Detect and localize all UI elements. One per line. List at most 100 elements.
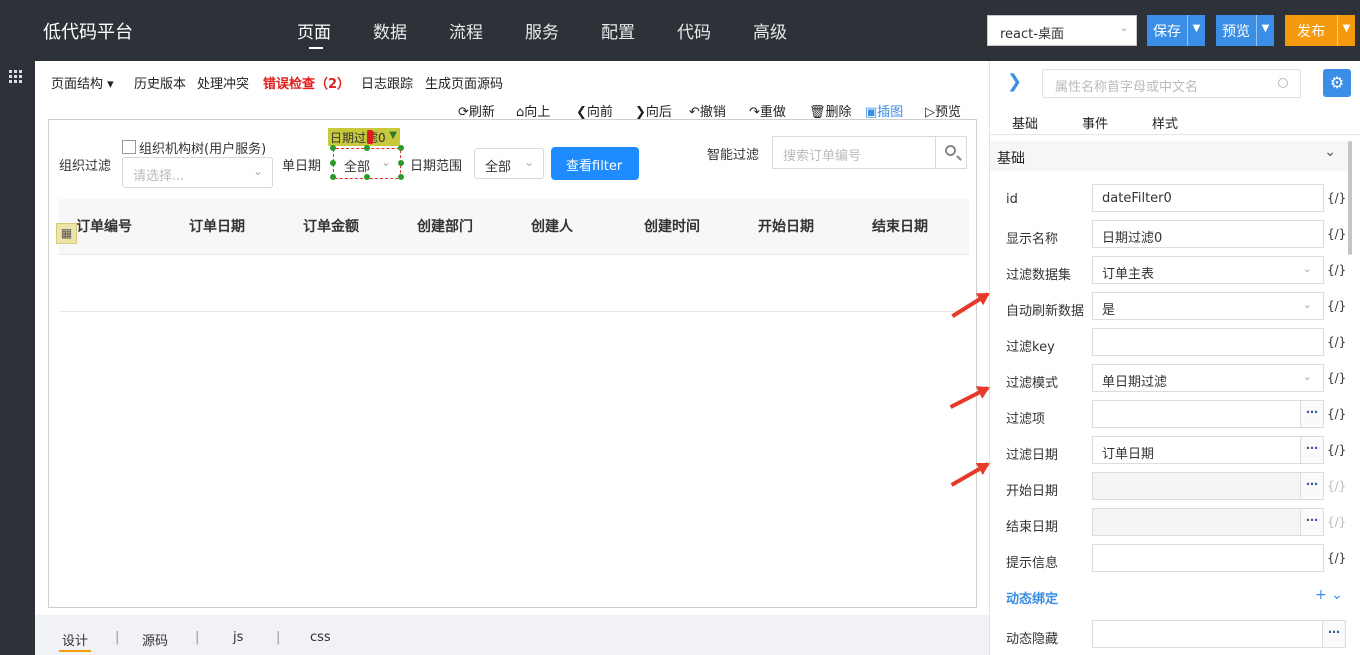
code-binding-button[interactable]: {/} xyxy=(1327,443,1346,457)
column-header[interactable]: 订单金额 xyxy=(303,216,359,236)
tab-styles[interactable]: 样式 xyxy=(1152,113,1178,132)
column-header[interactable]: 开始日期 xyxy=(758,216,814,236)
resize-handle[interactable] xyxy=(398,145,404,151)
redo-button[interactable]: ↷重做 xyxy=(749,101,786,120)
nav-data[interactable]: 数据 xyxy=(373,18,407,43)
code-binding-button[interactable]: {/} xyxy=(1327,551,1346,565)
section-dynamic-binding[interactable]: 动态绑定 xyxy=(1006,588,1058,607)
property-search-input[interactable]: 属性名称首字母或中文名 xyxy=(1042,69,1301,98)
view-filter-button[interactable]: 查看filter xyxy=(551,147,639,180)
publish-button[interactable]: 发布 ▼ xyxy=(1285,15,1355,46)
drag-handle-icon[interactable] xyxy=(367,130,373,144)
tab-source[interactable]: 源码 xyxy=(142,630,168,649)
prop-input-tip[interactable] xyxy=(1092,544,1324,572)
prop-input-id[interactable]: dateFilter0 xyxy=(1092,184,1324,212)
tab-basic[interactable]: 基础 xyxy=(1012,113,1038,132)
search-button[interactable] xyxy=(935,137,966,168)
resize-handle[interactable] xyxy=(330,174,336,180)
undo-button[interactable]: ↶撤销 xyxy=(689,101,726,120)
more-icon[interactable]: ⋯ xyxy=(1322,621,1345,647)
nav-config[interactable]: 配置 xyxy=(601,18,635,43)
code-binding-button[interactable]: {/} xyxy=(1327,407,1346,421)
section-basic-header[interactable]: 基础 ⌄ xyxy=(990,141,1348,171)
preview-button[interactable]: 预览 ▼ xyxy=(1216,15,1274,46)
tab-design[interactable]: 设计 xyxy=(62,630,88,649)
prop-input-filter-key[interactable] xyxy=(1092,328,1324,356)
resize-handle[interactable] xyxy=(330,160,336,166)
caret-down-icon[interactable]: ▼ xyxy=(1256,15,1274,46)
column-header[interactable]: 订单日期 xyxy=(189,216,245,236)
canvas-preview-button[interactable]: ▷预览 xyxy=(925,101,961,120)
save-button[interactable]: 保存 ▼ xyxy=(1147,15,1205,46)
resize-handle[interactable] xyxy=(330,145,336,151)
log-trace-button[interactable]: 日志跟踪 xyxy=(361,73,413,92)
delete-button[interactable]: 🗑删除 xyxy=(809,101,852,120)
prop-input-filter-item[interactable]: ⋯ xyxy=(1092,400,1324,428)
prop-input-dynamic-hidden[interactable]: ⋯ xyxy=(1092,620,1346,648)
resize-handle[interactable] xyxy=(364,174,370,180)
nav-process[interactable]: 流程 xyxy=(449,18,483,43)
environment-select[interactable]: react-桌面 ⌄ xyxy=(987,15,1137,46)
more-icon[interactable]: ⋯ xyxy=(1300,401,1323,427)
nav-code[interactable]: 代码 xyxy=(677,18,711,43)
resolve-conflict-button[interactable]: 处理冲突 xyxy=(197,73,249,92)
history-version-button[interactable]: 历史版本 xyxy=(134,73,186,92)
nav-advanced[interactable]: 高级 xyxy=(753,18,787,43)
prop-input-display-name[interactable]: 日期过滤0 xyxy=(1092,220,1324,248)
prop-select-filter-mode[interactable]: 单日期过滤 ⌄ xyxy=(1092,364,1324,392)
more-icon[interactable]: ⋯ xyxy=(1300,509,1323,535)
column-header[interactable]: 订单编号 xyxy=(76,216,132,236)
column-header[interactable]: 创建部门 xyxy=(417,216,473,236)
caret-down-icon[interactable]: ▼ xyxy=(389,130,397,141)
code-binding-button[interactable]: {/} xyxy=(1327,263,1346,277)
code-binding-button[interactable]: {/} xyxy=(1327,227,1346,241)
resize-handle[interactable] xyxy=(398,174,404,180)
search-icon xyxy=(945,145,956,156)
refresh-icon: ⟳ xyxy=(458,105,469,120)
nav-service[interactable]: 服务 xyxy=(525,18,559,43)
page-structure-button[interactable]: 页面结构 ▾ xyxy=(51,73,114,92)
prop-input-filter-date[interactable]: 订单日期 ⋯ xyxy=(1092,436,1324,464)
refresh-button[interactable]: ⟳刷新 xyxy=(458,101,495,120)
code-binding-button[interactable]: {/} xyxy=(1327,335,1346,349)
prop-select-auto-refresh[interactable]: 是 ⌄ xyxy=(1092,292,1324,320)
resize-handle[interactable] xyxy=(364,145,370,151)
org-select[interactable]: 请选择... ⌄ xyxy=(122,157,273,188)
undo-label: 撤销 xyxy=(699,105,726,120)
move-backward-button[interactable]: ❯向后 xyxy=(635,101,672,120)
column-header[interactable]: 创建人 xyxy=(531,216,573,236)
tab-js[interactable]: js xyxy=(233,630,243,645)
app-grid-icon[interactable] xyxy=(9,70,22,83)
design-canvas[interactable]: 组织过滤 组织机构树(用户服务) 请选择... ⌄ 单日期 日期过滤0 ▼ 全部… xyxy=(48,119,977,608)
order-search-input[interactable]: 搜索订单编号 xyxy=(772,136,967,169)
prop-select-dataset[interactable]: 订单主表 ⌄ xyxy=(1092,256,1324,284)
code-binding-button[interactable]: {/} xyxy=(1327,299,1346,313)
error-check-button[interactable]: 错误检查（2） xyxy=(263,73,350,92)
resize-handle[interactable] xyxy=(398,160,404,166)
generate-source-button[interactable]: 生成页面源码 xyxy=(425,73,503,92)
nav-page[interactable]: 页面 xyxy=(297,18,331,43)
code-binding-button[interactable]: {/} xyxy=(1327,371,1346,385)
tab-events[interactable]: 事件 xyxy=(1082,113,1108,132)
caret-down-icon[interactable]: ▼ xyxy=(1337,15,1355,46)
tab-css[interactable]: css xyxy=(310,630,331,645)
column-header[interactable]: 创建时间 xyxy=(644,216,700,236)
table-settings-icon[interactable]: ▦ xyxy=(56,223,77,244)
move-forward-button[interactable]: ❮向前 xyxy=(576,101,613,120)
insert-image-button[interactable]: ▣插图 xyxy=(865,101,903,120)
code-binding-button[interactable]: {/} xyxy=(1327,191,1346,205)
chevron-down-icon: ⌄ xyxy=(1302,370,1312,383)
selected-component-tag[interactable]: 日期过滤0 ▼ xyxy=(328,128,400,146)
more-icon[interactable]: ⋯ xyxy=(1300,437,1323,463)
gear-icon[interactable]: ⚙ xyxy=(1323,69,1351,97)
caret-down-icon[interactable]: ▼ xyxy=(1187,15,1205,46)
move-up-button[interactable]: ⌂向上 xyxy=(516,101,550,120)
panel-scrollbar[interactable] xyxy=(1348,141,1352,255)
org-tree-checkbox[interactable] xyxy=(122,140,136,154)
column-header[interactable]: 结束日期 xyxy=(872,216,928,236)
date-range-select[interactable]: 全部 ⌄ xyxy=(474,148,544,179)
chevron-right-icon[interactable]: ❯ xyxy=(1007,71,1022,92)
order-search-placeholder: 搜索订单编号 xyxy=(783,149,862,164)
add-binding-button[interactable]: + ⌄ xyxy=(1315,587,1343,603)
more-icon[interactable]: ⋯ xyxy=(1300,473,1323,499)
